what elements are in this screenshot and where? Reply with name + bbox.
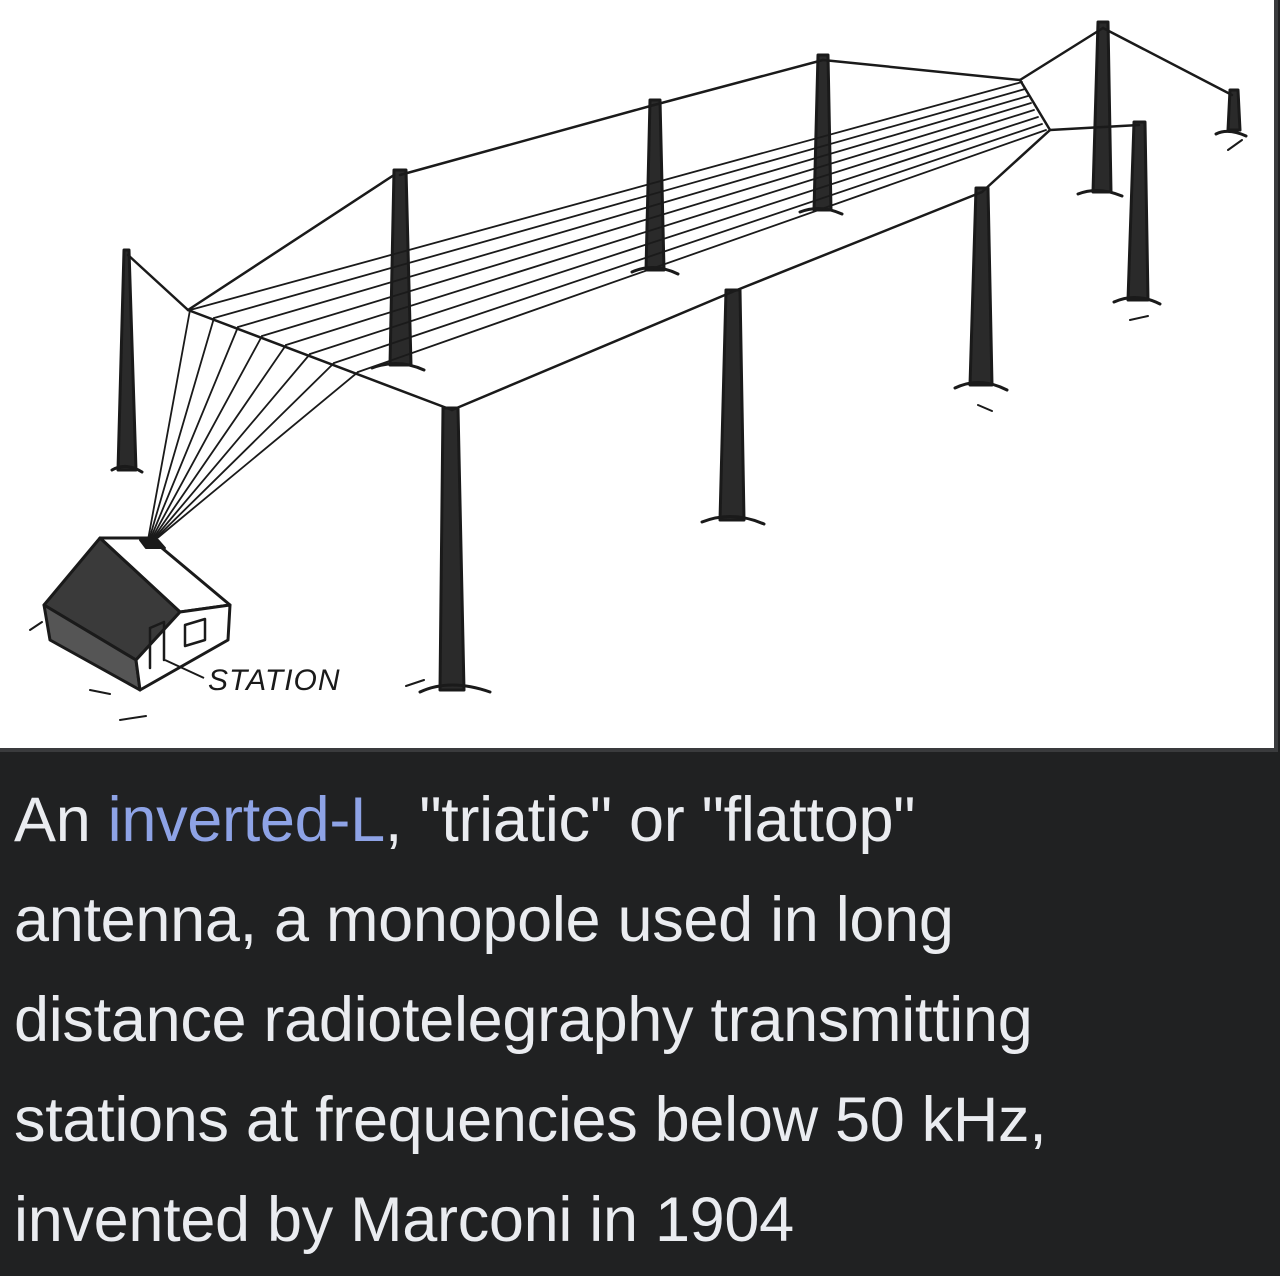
image-caption: An inverted-L, "triatic" or "flattop" an… [14, 770, 1264, 1270]
caption-line: invented by Marconi in 1904 [14, 1185, 794, 1255]
pole [418, 406, 492, 694]
pole [370, 168, 426, 372]
caption-line: distance radiotelegraphy transmitting [14, 985, 1033, 1055]
pole [110, 248, 144, 474]
station-building [42, 536, 232, 692]
inverted-l-link[interactable]: inverted-L [108, 785, 385, 855]
antenna-drawing: STATION [29, 20, 1248, 721]
caption-line-1-text: , "triatic" or "flattop" [384, 785, 916, 855]
antenna-wires [189, 81, 1047, 373]
image-figure: STATION An inverted-L, "triatic" or "fla… [0, 0, 1280, 1276]
caption-line: An inverted-L, "triatic" or "flattop" [14, 770, 1264, 870]
caption-line: stations at frequencies below 50 kHz, [14, 1085, 1047, 1155]
down-lead-wires [147, 309, 359, 541]
pole [700, 288, 766, 526]
support-ropes [126, 26, 1234, 412]
station-label: STATION [208, 664, 341, 697]
antenna-illustration[interactable]: STATION [0, 0, 1278, 752]
caption-line: antenna, a monopole used in long [14, 885, 954, 955]
pole [953, 186, 1009, 392]
pole [1214, 88, 1248, 138]
caption-prefix: An [14, 785, 108, 855]
pole [798, 53, 844, 216]
pole [1076, 20, 1124, 198]
pole [1112, 120, 1162, 306]
